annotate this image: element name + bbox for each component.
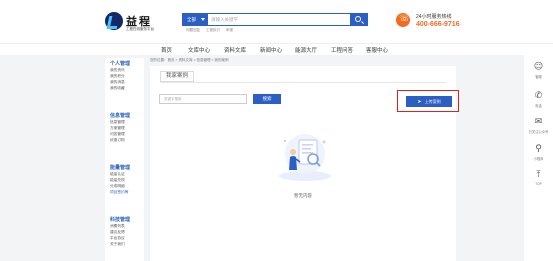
rail-item-phone[interactable]: ✆ 电话 [524, 91, 553, 108]
sidebar-item[interactable]: 消费列表 [110, 224, 125, 229]
rail-item-top[interactable]: ⤒ TOP [524, 170, 553, 186]
account-sidebar: 个人管理 我的资讯 我的积分 我的消息 我的收藏 信息管理 信息管理 方案管理 … [105, 58, 144, 261]
paper-plane-icon: ➤ [417, 99, 422, 105]
hot-keyword[interactable]: 工程执行 [206, 28, 220, 32]
sidebar-item[interactable]: 我的消息 [110, 80, 125, 85]
sidebar-item[interactable]: 我的资讯 [110, 68, 125, 73]
rail-item-mini-program[interactable]: ⚲ 小程序 [524, 144, 553, 161]
nav-item-energy-hall[interactable]: 能源大厅 [295, 46, 317, 54]
phone-icon: ✆ [534, 91, 543, 101]
sidebar-item-active[interactable]: 项目签约等 [110, 190, 128, 195]
tab-my-cases[interactable]: 我家案例 [160, 71, 194, 82]
hot-keyword[interactable]: 问题回复 [186, 28, 200, 32]
nav-item-home[interactable]: 首页 [161, 46, 172, 54]
search-icon [355, 16, 361, 22]
sidebar-item[interactable]: 我的收藏 [110, 86, 125, 91]
search-input[interactable] [211, 14, 349, 25]
upload-case-button[interactable]: ➤ 上传案例 [406, 96, 452, 107]
phone-icon [396, 13, 410, 27]
rail-label: 已关注公众号 [528, 130, 549, 134]
floating-toolbar: ☺ 客服 ✆ 电话 ✉ 已关注公众号 ⚲ 小程序 ⤒ TOP [524, 54, 553, 261]
sidebar-group-title: 信息管理 [110, 113, 131, 119]
hotline-label: 24小时服务热线 [416, 14, 452, 20]
rail-label: TOP [535, 182, 542, 186]
sidebar-item[interactable]: 分成明细 [110, 184, 125, 189]
rail-item-service[interactable]: ☺ 客服 [524, 62, 553, 79]
to-top-icon: ⤒ [536, 170, 541, 180]
rail-label: 电话 [535, 104, 542, 108]
divider [160, 82, 446, 83]
chevron-down-icon [201, 18, 205, 21]
sidebar-item[interactable]: 建议反馈 [110, 230, 125, 235]
content-panel: 我家案例 搜索 ➤上传案例 暂无内容 [150, 66, 459, 261]
logo-subtitle: 工程在线服务平台 [126, 27, 154, 31]
robot-icon: ☺ [533, 62, 544, 72]
keyword-search-input[interactable] [159, 94, 247, 104]
sidebar-group-title: 能量管理 [110, 165, 131, 171]
breadcrumb: 您的位置：首页 > 资料文库 > 信息管理 > 我的案例 [150, 58, 229, 62]
site-header: 益程 工程在线服务平台 全部 问题回复 工程执行 申报 24小时服务热线 400… [0, 0, 553, 43]
empty-state-text: 暂无内容 [294, 193, 312, 198]
logo-icon[interactable] [105, 12, 123, 30]
nav-item-service[interactable]: 客服中心 [366, 46, 388, 54]
site-search: 全部 [182, 13, 368, 26]
rail-label: 小程序 [533, 157, 544, 161]
sidebar-item[interactable]: 信息管理 [110, 120, 125, 125]
mini-program-icon: ⚲ [535, 144, 542, 154]
search-button[interactable]: 搜索 [253, 94, 281, 104]
empty-state-illustration [279, 134, 331, 181]
sidebar-group-title: 个人管理 [110, 61, 131, 67]
nav-item-library-center[interactable]: 文库中心 [188, 46, 210, 54]
hotline-number: 400-666-9716 [416, 21, 460, 28]
search-button[interactable] [350, 14, 367, 25]
sidebar-item[interactable]: 优惠订购 [110, 138, 125, 143]
main-nav: 首页 文库中心 资料文库 新闻中心 能源大厅 工程问答 客服中心 [0, 43, 553, 55]
sidebar-item[interactable]: 关于我们 [110, 242, 125, 247]
sidebar-item[interactable]: 能量兑现 [110, 178, 125, 183]
upload-case-label: 上传案例 [424, 99, 441, 104]
sidebar-group-title: 科技管理 [110, 217, 131, 223]
rail-item-wechat[interactable]: ✉ 已关注公众号 [524, 117, 553, 134]
search-scope-select[interactable]: 全部 [183, 14, 208, 25]
hot-keywords: 问题回复 工程执行 申报 [186, 28, 238, 33]
rail-label: 客服 [535, 75, 542, 79]
nav-item-news[interactable]: 新闻中心 [260, 46, 282, 54]
nav-item-documents[interactable]: 资料文库 [224, 46, 246, 54]
sidebar-item[interactable]: 方案管理 [110, 126, 125, 131]
sidebar-item[interactable]: 问答管理 [110, 132, 125, 137]
highlight-frame: ➤ 上传案例 [397, 90, 459, 112]
nav-item-qa[interactable]: 工程问答 [331, 46, 353, 54]
sidebar-item[interactable]: 能量认证 [110, 172, 125, 177]
hot-keyword[interactable]: 申报 [226, 28, 233, 32]
wechat-icon: ✉ [534, 117, 543, 127]
sidebar-item[interactable]: 我的积分 [110, 74, 125, 79]
sidebar-item[interactable]: 平台协议 [110, 236, 125, 241]
search-scope-label: 全部 [187, 17, 196, 22]
